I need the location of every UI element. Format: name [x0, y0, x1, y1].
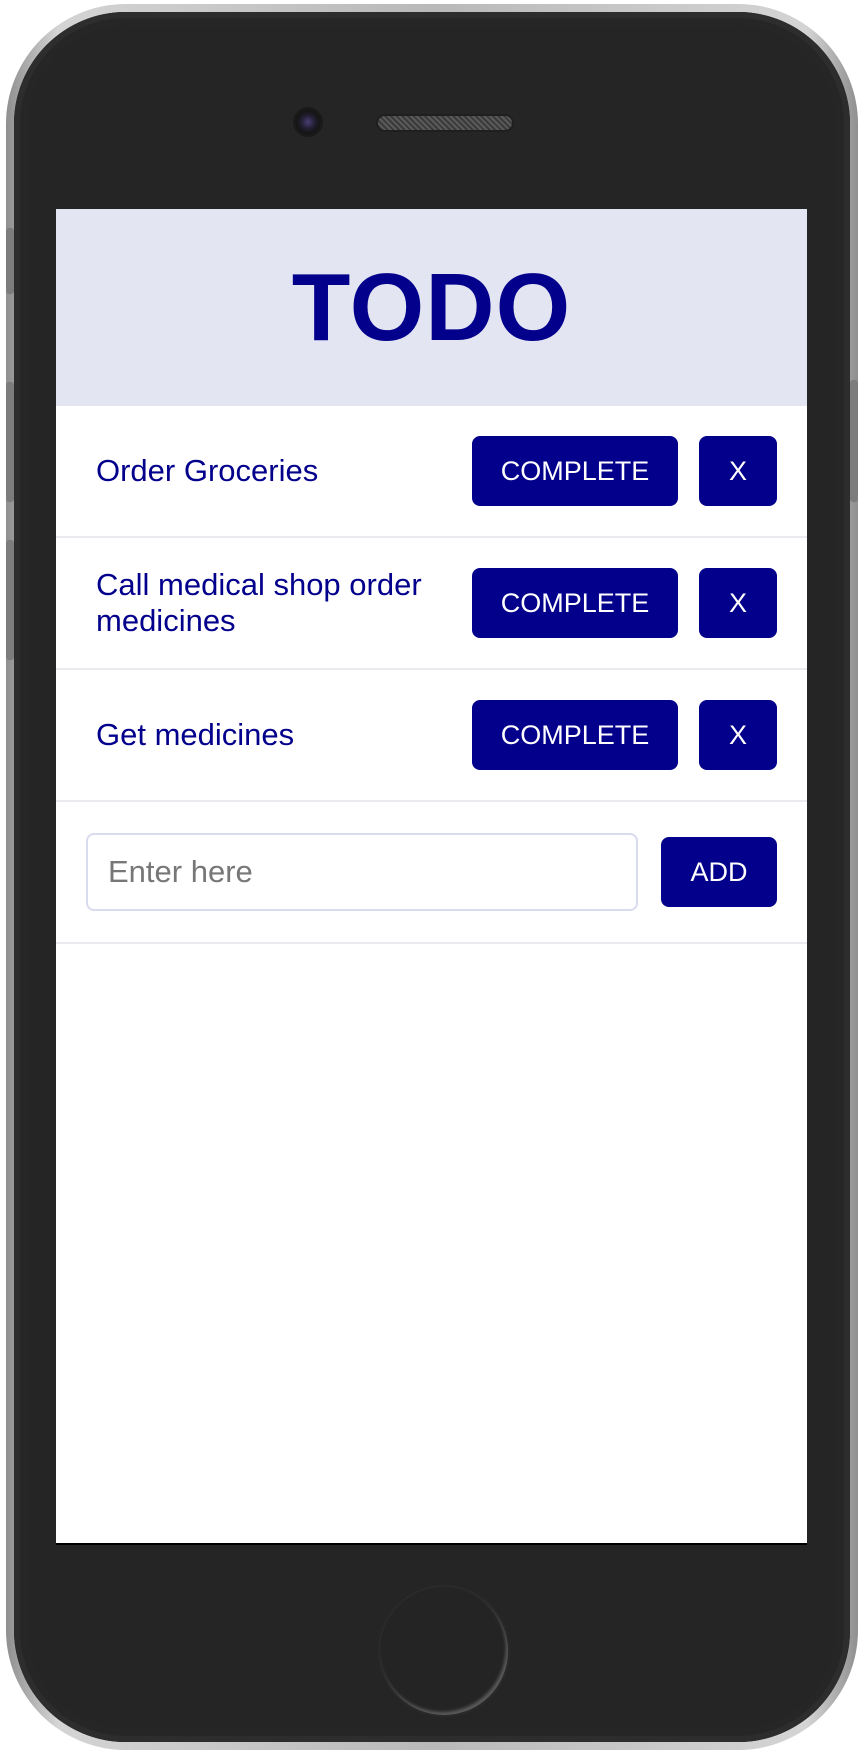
delete-button[interactable]: X	[699, 436, 777, 506]
new-todo-input[interactable]	[86, 833, 638, 911]
todo-item: Order Groceries COMPLETE X	[56, 406, 807, 538]
page-title: TODO	[291, 253, 572, 361]
power-button	[850, 380, 858, 502]
todo-text: Call medical shop order medicines	[96, 567, 422, 638]
volume-up-button	[6, 382, 14, 502]
app-header: TODO	[56, 209, 807, 406]
add-todo-form: ADD	[56, 802, 807, 944]
mute-switch	[6, 228, 14, 294]
complete-button[interactable]: COMPLETE	[472, 436, 678, 506]
delete-button[interactable]: X	[699, 568, 777, 638]
add-button[interactable]: ADD	[661, 837, 777, 907]
front-camera-icon	[295, 109, 321, 135]
home-button[interactable]	[380, 1587, 508, 1715]
app-screen: TODO Order Groceries COMPLETE X Call med…	[56, 209, 807, 1545]
volume-down-button	[6, 540, 14, 660]
complete-button[interactable]: COMPLETE	[472, 700, 678, 770]
todo-text: Order Groceries	[96, 453, 319, 488]
todo-text: Get medicines	[96, 717, 295, 752]
delete-button[interactable]: X	[699, 700, 777, 770]
complete-button[interactable]: COMPLETE	[472, 568, 678, 638]
todo-item: Call medical shop order medicines COMPLE…	[56, 538, 807, 670]
todo-list: Order Groceries COMPLETE X Call medical …	[56, 406, 807, 802]
speaker-grille	[378, 116, 512, 130]
todo-item: Get medicines COMPLETE X	[56, 670, 807, 802]
